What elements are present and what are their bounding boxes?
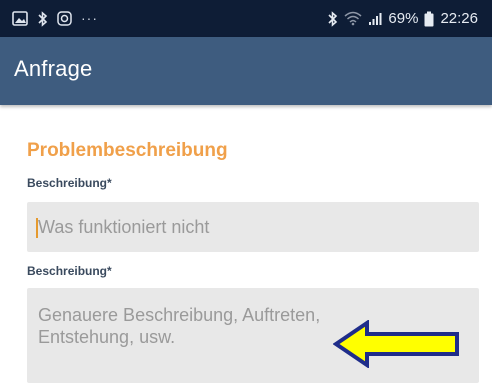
gallery-icon [12,11,28,26]
short-description-placeholder: Was funktioniert nicht [38,217,210,237]
field-label-short-description: Beschreibung* [27,176,112,190]
battery-percent: 69% [388,10,419,27]
annotation-arrow-icon [332,319,461,373]
battery-icon [424,11,434,27]
status-right-icons: 69% 22:26 [327,10,478,27]
app-bar: Anfrage [0,37,492,105]
status-bar: ··· 69% 22:26 [0,0,492,37]
wifi-icon [344,11,362,26]
page-title: Anfrage [14,56,93,81]
clock: 22:26 [440,10,478,27]
section-title: Problembeschreibung [27,140,228,161]
status-left-icons: ··· [12,10,98,27]
text-cursor [36,218,38,238]
bluetooth-icon [327,10,338,27]
field-label-detailed-description: Beschreibung* [27,264,112,278]
signal-icon [368,12,382,26]
short-description-input[interactable]: Was funktioniert nicht [27,202,479,252]
overflow-dots: ··· [81,10,98,26]
bluetooth-small-icon [37,10,48,27]
instagram-icon [57,11,72,26]
